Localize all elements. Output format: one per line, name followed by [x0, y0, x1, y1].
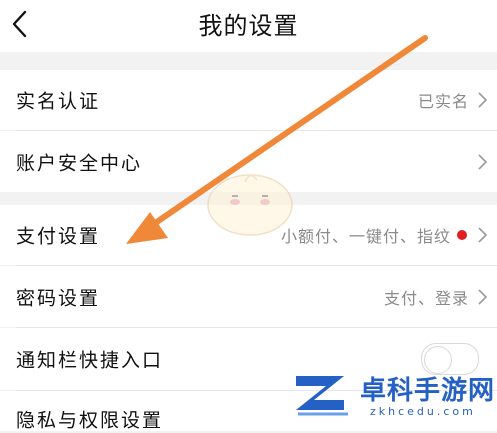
chevron-right-icon	[478, 92, 488, 108]
row-label: 支付设置	[16, 225, 101, 248]
row-value: 已实名	[417, 92, 469, 111]
site-domain: zkhcedu.com	[370, 405, 476, 418]
chevron-right-icon	[478, 288, 488, 305]
row-real-name[interactable]: 实名认证 已实名	[0, 70, 497, 130]
site-logo	[296, 376, 348, 416]
status-dot	[457, 230, 467, 240]
row-label: 密码设置	[16, 287, 101, 309]
top-bar: 我的设置	[0, 0, 497, 52]
row-label: 实名认证	[16, 90, 101, 113]
row-label: 账户安全中心	[16, 152, 143, 174]
page-title: 我的设置	[198, 12, 299, 40]
row-label: 隐私与权限设置	[16, 409, 164, 432]
row-value: 小额付、一键付、指纹	[280, 227, 451, 246]
site-name: 卓科手游网	[360, 376, 496, 406]
row-label: 通知栏快捷入口	[16, 349, 164, 372]
mascot-watermark	[207, 174, 293, 236]
row-password-settings[interactable]: 密码设置 支付、登录	[0, 266, 497, 327]
row-value: 支付、登录	[383, 288, 469, 308]
chevron-right-icon	[478, 153, 488, 170]
chevron-right-icon	[478, 227, 488, 243]
